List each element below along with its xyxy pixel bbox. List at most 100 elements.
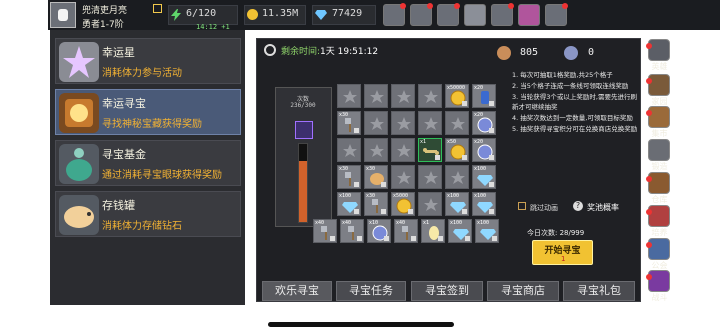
- cell-count: x20: [474, 112, 484, 118]
- sword-icon[interactable]: [545, 3, 568, 26]
- grid-cell-empty[interactable]: [391, 111, 415, 135]
- tab-treasure-signin[interactable]: 寻宝签到: [411, 281, 483, 301]
- probability-button[interactable]: 奖池概率: [587, 202, 619, 213]
- cookie-value: 805: [520, 47, 539, 58]
- star-icon: [343, 144, 357, 157]
- grid-cell-axe[interactable]: x30: [364, 192, 388, 216]
- grid-cell-orb[interactable]: x20: [472, 111, 496, 135]
- grid-cell-diamond[interactable]: x100: [337, 192, 361, 216]
- grid-cell-bone[interactable]: x1: [418, 138, 442, 162]
- quality-badge: [381, 182, 386, 187]
- grid-cell-axe[interactable]: x40: [394, 219, 418, 243]
- nav-warehouse[interactable]: 仓库: [643, 172, 676, 208]
- grid-cell-empty[interactable]: [337, 138, 361, 162]
- cell-count: x30: [366, 193, 376, 199]
- skip-animation-checkbox[interactable]: [518, 202, 526, 210]
- tab-happy-treasure[interactable]: 欢乐寻宝: [262, 281, 332, 301]
- rule-line: 5. 抽奖获得寻宝积分可在兑换商店兑换奖励: [512, 125, 638, 133]
- tab-treasure-shop[interactable]: 寻宝商店: [487, 281, 559, 301]
- grid-cell-empty[interactable]: [364, 111, 388, 135]
- rule-line: 2. 当5个格子连成一条线可领取连线奖励: [512, 82, 629, 90]
- quality-badge: [489, 209, 494, 214]
- quality-badge: [330, 236, 335, 241]
- nav-home[interactable]: 家园: [643, 74, 676, 110]
- quality-badge: [411, 236, 416, 241]
- menu-item-treasure-fund[interactable]: 寻宝基金 通过消耗寻宝眼球获得奖励: [55, 140, 241, 186]
- grid-cell-diamond[interactable]: x100: [445, 192, 469, 216]
- cell-count: x50: [447, 139, 457, 145]
- grid-cell-empty[interactable]: [418, 111, 442, 135]
- grid-cell-egg[interactable]: x1: [421, 219, 445, 243]
- tab-treasure-tasks[interactable]: 寻宝任务: [336, 281, 406, 301]
- grid-cell-empty[interactable]: [445, 165, 469, 189]
- mail-icon[interactable]: [410, 3, 433, 26]
- grid-cell-orb[interactable]: x20: [472, 138, 496, 162]
- menu-item-desc: 通过消耗寻宝眼球获得奖励: [102, 170, 222, 181]
- quality-badge: [465, 236, 470, 241]
- nav-forge[interactable]: 锻造: [643, 139, 676, 175]
- wheel-icon[interactable]: [518, 4, 540, 26]
- progress-fill: [299, 161, 307, 222]
- nav-guild[interactable]: 公会: [643, 238, 676, 274]
- cell-count: x100: [339, 193, 352, 199]
- hero-icon: [648, 39, 670, 61]
- grid-cell-coin[interactable]: x5000: [391, 192, 415, 216]
- cell-count: x30: [339, 112, 349, 118]
- grid-cell-axe[interactable]: x30: [337, 111, 361, 135]
- menu-item-lucky-treasure[interactable]: 幸运寻宝 寻找神秘宝藏获得奖励: [55, 89, 241, 135]
- grid-cell-coin[interactable]: x50: [445, 138, 469, 162]
- star-icon: [451, 117, 465, 130]
- start-treasure-button[interactable]: 开始寻宝 1: [532, 240, 593, 265]
- cell-count: x100: [474, 193, 487, 199]
- grid-cell-empty[interactable]: [445, 111, 469, 135]
- start-button-cost: 1: [561, 255, 566, 263]
- remaining-label: 剩余时间:: [281, 47, 321, 57]
- menu-item-piggy-bank[interactable]: 存钱罐 消耗体力存储钻石: [55, 191, 241, 237]
- grid-cell-axe[interactable]: x40: [313, 219, 337, 243]
- settings-icon[interactable]: [464, 4, 486, 26]
- quality-badge: [435, 155, 440, 160]
- nav-label: 培养: [651, 228, 668, 237]
- grid-cell-diamond[interactable]: x100: [472, 192, 496, 216]
- grid-cell-tonic[interactable]: x20: [472, 84, 496, 108]
- nav-battle[interactable]: 战斗: [643, 270, 676, 306]
- home-indicator[interactable]: [268, 322, 454, 327]
- player-avatar[interactable]: [50, 2, 76, 28]
- nav-train[interactable]: 培养: [643, 205, 676, 241]
- grid-cell-empty[interactable]: [391, 165, 415, 189]
- eye-orb-value: 0: [588, 47, 595, 58]
- grid-cell-empty[interactable]: [418, 192, 442, 216]
- grid-cell-orb[interactable]: x10: [367, 219, 391, 243]
- tab-treasure-gift[interactable]: 寻宝礼包: [563, 281, 635, 301]
- grid-cell-empty[interactable]: [364, 84, 388, 108]
- star-icon: [370, 90, 384, 103]
- grid-cell-axe[interactable]: x40: [340, 219, 364, 243]
- menu-item-lucky-star[interactable]: 幸运星 消耗体力参与活动: [55, 38, 241, 84]
- grid-cell-diamond[interactable]: x100: [475, 219, 499, 243]
- nav-hero[interactable]: 英雄: [643, 39, 676, 75]
- clock-icon: [264, 44, 276, 56]
- grid-cell-coin[interactable]: x50000: [445, 84, 469, 108]
- grid-cell-diamond[interactable]: x100: [448, 219, 472, 243]
- grid-cell-diamond[interactable]: x100: [472, 165, 496, 189]
- grid-cell-empty[interactable]: [418, 165, 442, 189]
- grid-cell-empty[interactable]: [337, 84, 361, 108]
- quality-badge: [438, 236, 443, 241]
- edit-icon[interactable]: [153, 4, 162, 13]
- shop-icon[interactable]: [383, 3, 406, 26]
- cell-count: x100: [474, 166, 487, 172]
- chat-icon[interactable]: [437, 3, 460, 26]
- question-icon[interactable]: ?: [573, 201, 583, 211]
- grid-cell-empty[interactable]: [391, 138, 415, 162]
- gift-icon[interactable]: [491, 3, 514, 26]
- quality-badge: [462, 101, 467, 106]
- star-icon: [59, 42, 99, 82]
- reward-chest-icon[interactable]: [295, 121, 313, 139]
- star-icon: [424, 90, 438, 103]
- grid-cell-axe[interactable]: x30: [337, 165, 361, 189]
- nav-market[interactable]: 集市: [643, 106, 676, 142]
- grid-cell-empty[interactable]: [418, 84, 442, 108]
- grid-cell-empty[interactable]: [364, 138, 388, 162]
- grid-cell-food[interactable]: x30: [364, 165, 388, 189]
- grid-cell-empty[interactable]: [391, 84, 415, 108]
